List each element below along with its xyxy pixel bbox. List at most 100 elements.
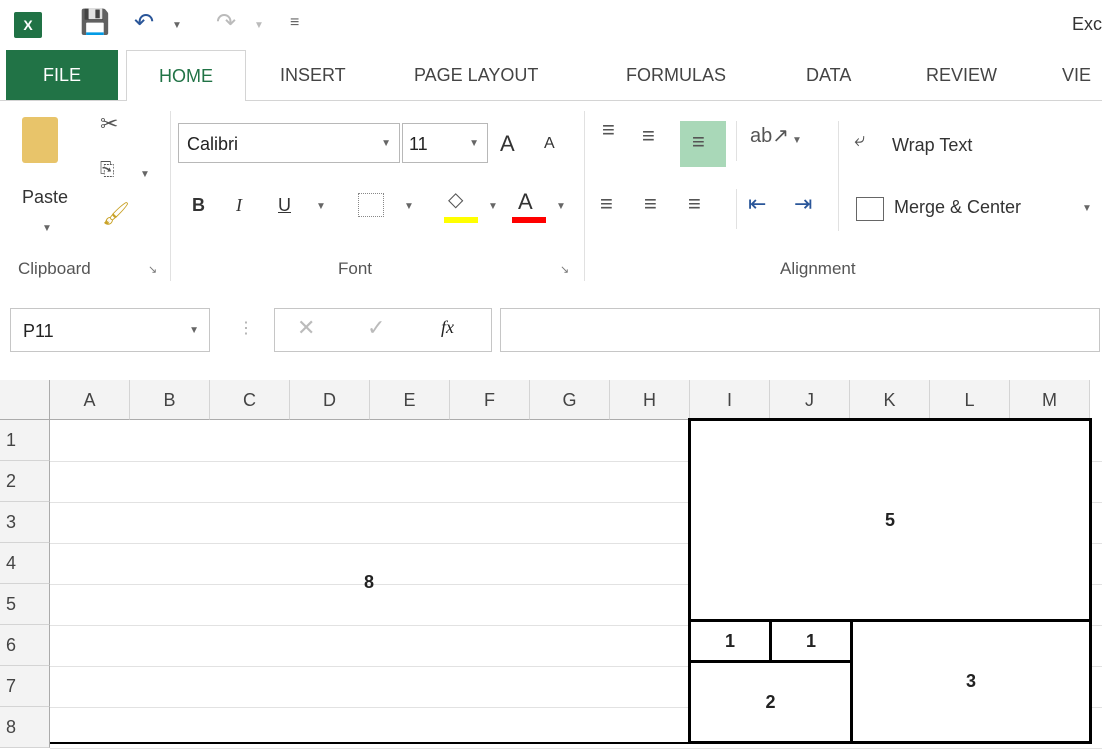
- row-header-4[interactable]: 4: [0, 543, 50, 584]
- orientation-dropdown-icon[interactable]: ▼: [792, 135, 802, 146]
- formula-bar-grip-icon: ⋮: [238, 320, 254, 337]
- row-header-7[interactable]: 7: [0, 666, 50, 707]
- underline-dropdown-icon[interactable]: ▼: [316, 201, 326, 212]
- undo-icon[interactable]: ↶: [134, 8, 154, 37]
- copy-dropdown-icon[interactable]: ▼: [140, 169, 150, 180]
- align-right-icon[interactable]: ≡: [688, 191, 701, 217]
- orientation-icon[interactable]: ab↗: [750, 123, 789, 148]
- borders-dropdown-icon[interactable]: ▼: [404, 201, 414, 212]
- name-box[interactable]: P11 ▼: [10, 308, 210, 352]
- align-left-icon[interactable]: ≡: [600, 191, 613, 217]
- select-all-corner[interactable]: [0, 380, 50, 420]
- wrap-text-icon: ⤶: [854, 129, 866, 151]
- tab-page-layout[interactable]: PAGE LAYOUT: [414, 50, 538, 100]
- column-header-k[interactable]: K: [850, 380, 930, 420]
- clipboard-group-label: Clipboard: [18, 259, 91, 278]
- align-center-icon[interactable]: ≡: [644, 191, 657, 217]
- enter-icon[interactable]: ✓: [367, 315, 385, 341]
- grow-font-button[interactable]: A: [500, 131, 515, 157]
- inline-separator: [838, 121, 839, 231]
- tab-file[interactable]: FILE: [6, 50, 118, 100]
- fill-color-dropdown-icon[interactable]: ▼: [488, 201, 498, 212]
- row-header-3[interactable]: 3: [0, 502, 50, 543]
- column-header-l[interactable]: L: [930, 380, 1010, 420]
- block-1a[interactable]: 1: [688, 619, 772, 663]
- ribbon-tabs: FILE HOME INSERT PAGE LAYOUT FORMULAS DA…: [0, 50, 1102, 102]
- row-header-8[interactable]: 8: [0, 707, 50, 748]
- save-icon[interactable]: 💾: [80, 8, 110, 37]
- redo-icon[interactable]: ↷: [216, 8, 236, 37]
- font-name-combo[interactable]: Calibri ▼: [178, 123, 400, 163]
- shrink-font-button[interactable]: A: [544, 135, 555, 153]
- cancel-icon[interactable]: ✕: [297, 315, 315, 341]
- customize-qat-icon[interactable]: ≡: [290, 14, 299, 32]
- font-size-combo[interactable]: 11 ▼: [402, 123, 488, 163]
- ribbon-home: Paste ▼ ✂ ⎘ ▼ 🖌 Clipboard ↘ Calibri ▼ 11…: [0, 101, 1102, 289]
- column-header-h[interactable]: H: [610, 380, 690, 420]
- italic-button[interactable]: I: [236, 195, 242, 216]
- merge-center-icon: [856, 197, 884, 221]
- wrap-text-button[interactable]: Wrap Text: [892, 135, 972, 156]
- column-header-e[interactable]: E: [370, 380, 450, 420]
- cut-icon[interactable]: ✂: [100, 111, 118, 137]
- group-separator: [170, 111, 171, 281]
- name-box-dropdown-icon[interactable]: ▼: [189, 309, 199, 353]
- font-color-dropdown-icon[interactable]: ▼: [556, 201, 566, 212]
- row-header-6[interactable]: 6: [0, 625, 50, 666]
- font-color-icon[interactable]: A: [518, 189, 533, 215]
- inline-separator: [736, 121, 737, 161]
- tab-review[interactable]: REVIEW: [926, 50, 997, 100]
- align-bottom-button[interactable]: ≡: [680, 121, 726, 167]
- column-header-i[interactable]: I: [690, 380, 770, 420]
- borders-icon[interactable]: [358, 193, 384, 217]
- increase-indent-icon[interactable]: ⇥: [794, 191, 812, 217]
- row-header-1[interactable]: 1: [0, 420, 50, 461]
- format-painter-icon[interactable]: 🖌: [102, 201, 130, 227]
- block-3[interactable]: 3: [850, 619, 1092, 744]
- font-name-value: Calibri: [187, 134, 239, 154]
- fill-color-icon[interactable]: ◇: [448, 187, 463, 212]
- bold-button[interactable]: B: [192, 195, 205, 216]
- fill-color-swatch: [444, 217, 478, 223]
- undo-dropdown-icon[interactable]: ▼: [172, 20, 182, 31]
- tab-data[interactable]: DATA: [806, 50, 851, 100]
- column-header-a[interactable]: A: [50, 380, 130, 420]
- column-header-b[interactable]: B: [130, 380, 210, 420]
- font-launcher-icon[interactable]: ↘: [560, 263, 569, 276]
- font-name-dropdown-icon[interactable]: ▼: [381, 124, 391, 164]
- block-8[interactable]: 8: [50, 420, 688, 744]
- column-header-g[interactable]: G: [530, 380, 610, 420]
- inline-separator: [736, 189, 737, 229]
- row-header-5[interactable]: 5: [0, 584, 50, 625]
- block-5[interactable]: 5: [688, 418, 1092, 622]
- alignment-group-label: Alignment: [780, 259, 856, 278]
- copy-icon[interactable]: ⎘: [100, 159, 114, 180]
- tab-insert[interactable]: INSERT: [280, 50, 346, 100]
- insert-function-button[interactable]: fx: [441, 317, 454, 338]
- align-top-icon[interactable]: ≡: [602, 117, 615, 143]
- paste-icon[interactable]: [22, 117, 58, 163]
- font-group-label: Font: [338, 259, 373, 278]
- paste-button[interactable]: Paste: [22, 187, 68, 208]
- column-header-m[interactable]: M: [1010, 380, 1090, 420]
- merge-center-button[interactable]: Merge & Center: [894, 197, 1021, 218]
- column-header-j[interactable]: J: [770, 380, 850, 420]
- redo-dropdown-icon[interactable]: ▼: [254, 20, 264, 31]
- formula-input[interactable]: [500, 308, 1100, 352]
- paste-dropdown-icon[interactable]: ▼: [42, 223, 52, 234]
- row-header-2[interactable]: 2: [0, 461, 50, 502]
- tab-formulas[interactable]: FORMULAS: [626, 50, 726, 100]
- font-size-dropdown-icon[interactable]: ▼: [469, 124, 479, 164]
- align-middle-icon[interactable]: ≡: [642, 123, 655, 149]
- merge-dropdown-icon[interactable]: ▼: [1082, 203, 1092, 214]
- tab-home[interactable]: HOME: [126, 50, 246, 102]
- underline-button[interactable]: U: [278, 195, 291, 216]
- column-header-f[interactable]: F: [450, 380, 530, 420]
- tab-view[interactable]: VIE: [1062, 50, 1091, 100]
- column-header-c[interactable]: C: [210, 380, 290, 420]
- block-2[interactable]: 2: [688, 660, 853, 744]
- clipboard-launcher-icon[interactable]: ↘: [148, 263, 157, 276]
- block-1b[interactable]: 1: [769, 619, 853, 663]
- column-header-d[interactable]: D: [290, 380, 370, 420]
- decrease-indent-icon[interactable]: ⇤: [748, 191, 766, 217]
